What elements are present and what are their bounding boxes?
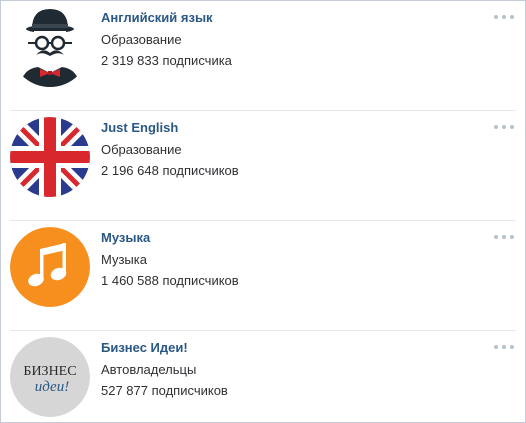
more-options-icon[interactable] bbox=[494, 121, 514, 133]
dot bbox=[510, 345, 514, 349]
dot bbox=[510, 15, 514, 19]
group-name-link[interactable]: Английский язык bbox=[101, 10, 213, 25]
list-item: Just English Образование 2 196 648 подпи… bbox=[10, 111, 516, 221]
group-subscribers: 2 196 648 подписчиков bbox=[101, 163, 239, 178]
dot bbox=[494, 235, 498, 239]
list-item: БИЗНЕС идеи! Бизнес Идеи! Автовладельцы … bbox=[10, 331, 516, 422]
dot bbox=[494, 345, 498, 349]
gentleman-mustache-icon[interactable] bbox=[10, 7, 90, 87]
dot bbox=[494, 15, 498, 19]
union-jack-flag-icon[interactable] bbox=[10, 117, 90, 197]
group-name-link[interactable]: Just English bbox=[101, 120, 178, 135]
group-category: Музыка bbox=[101, 252, 147, 267]
logo-text-top: БИЗНЕС bbox=[23, 364, 76, 379]
music-note-icon[interactable] bbox=[10, 227, 90, 307]
groups-list: Английский язык Образование 2 319 833 по… bbox=[1, 1, 525, 422]
list-item: Музыка Музыка 1 460 588 подписчиков bbox=[10, 221, 516, 331]
dot bbox=[510, 125, 514, 129]
list-item: Английский язык Образование 2 319 833 по… bbox=[10, 1, 516, 111]
more-options-icon[interactable] bbox=[494, 11, 514, 23]
logo-text-bottom: идеи! bbox=[35, 379, 69, 395]
group-category: Образование bbox=[101, 142, 182, 157]
group-subscribers: 1 460 588 подписчиков bbox=[101, 273, 239, 288]
group-name-link[interactable]: Музыка bbox=[101, 230, 150, 245]
group-subscribers: 527 877 подписчиков bbox=[101, 383, 228, 398]
more-options-icon[interactable] bbox=[494, 231, 514, 243]
dot bbox=[510, 235, 514, 239]
dot bbox=[502, 15, 506, 19]
more-options-icon[interactable] bbox=[494, 341, 514, 353]
business-ideas-logo[interactable]: БИЗНЕС идеи! bbox=[10, 337, 90, 417]
dot bbox=[502, 345, 506, 349]
group-name-link[interactable]: Бизнес Идеи! bbox=[101, 340, 188, 355]
dot bbox=[494, 125, 498, 129]
dot bbox=[502, 235, 506, 239]
group-category: Образование bbox=[101, 32, 182, 47]
dot bbox=[502, 125, 506, 129]
group-category: Автовладельцы bbox=[101, 362, 197, 377]
group-subscribers: 2 319 833 подписчика bbox=[101, 53, 232, 68]
groups-panel: Английский язык Образование 2 319 833 по… bbox=[0, 0, 526, 423]
